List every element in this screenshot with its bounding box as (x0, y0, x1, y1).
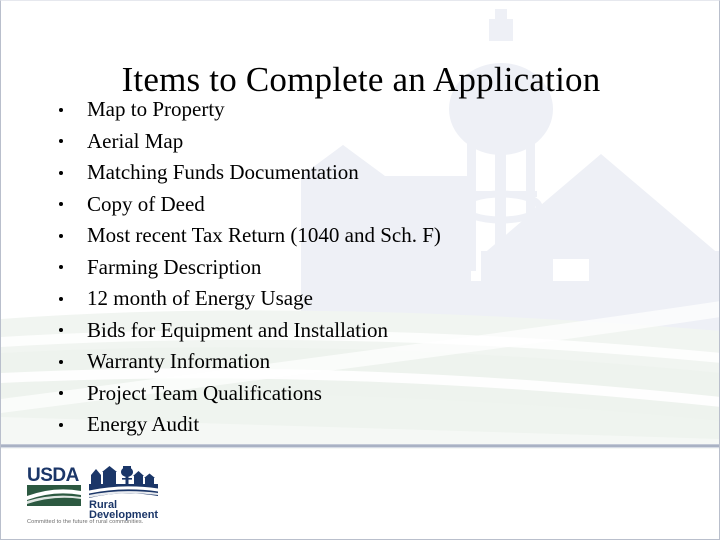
bullet-dot-icon (59, 422, 63, 427)
bullet-dot-icon (59, 233, 63, 238)
list-item-label: Farming Description (87, 254, 262, 279)
usda-rural-development-logo: USDA Rural Development Committed to the … (27, 463, 163, 525)
list-item: Aerial Map (47, 126, 667, 158)
bullet-list: Map to Property Aerial Map Matching Funds … (47, 94, 667, 441)
bullet-dot-icon (59, 265, 63, 270)
list-item: Bids for Equipment and Installation (47, 315, 667, 347)
list-item-label: Bids for Equipment and Installation (87, 317, 388, 342)
list-item-label: 12 month of Energy Usage (87, 286, 313, 310)
list-item: 12 month of Energy Usage (47, 283, 667, 315)
bullet-dot-icon (59, 328, 63, 333)
list-item: Map to Property (47, 94, 667, 126)
bullet-dot-icon (59, 296, 63, 301)
list-item: Farming Description (47, 252, 667, 284)
bullet-dot-icon (59, 391, 63, 396)
list-item-label: Most recent Tax Return (1040 and Sch. F) (87, 223, 441, 247)
list-item-label: Warranty Information (87, 349, 271, 373)
list-item: Energy Audit (47, 409, 667, 441)
list-item-label: Project Team Qualifications (87, 380, 322, 405)
bullet-dot-icon (59, 107, 63, 112)
list-item: Project Team Qualifications (47, 378, 667, 410)
list-item-label: Matching Funds Documentation (87, 160, 359, 184)
rural-development-mark: Rural Development (89, 466, 158, 521)
bullet-dot-icon (59, 359, 63, 364)
list-item: Most recent Tax Return (1040 and Sch. F) (47, 220, 667, 252)
bullet-dot-icon (59, 139, 63, 144)
usda-mark: USDA (27, 465, 81, 506)
list-item: Matching Funds Documentation (47, 157, 667, 189)
usda-wordmark-text: USDA (27, 465, 80, 486)
footer-divider (1, 444, 719, 449)
list-item-label: Energy Audit (87, 412, 200, 436)
list-item-label: Map to Property (87, 97, 225, 121)
list-item-label: Copy of Deed (87, 191, 205, 216)
list-item: Warranty Information (47, 346, 667, 378)
list-item: Copy of Deed (47, 189, 667, 221)
bullet-dot-icon (59, 170, 63, 175)
logo-tagline: Committed to the future of rural communi… (27, 519, 144, 525)
presentation-slide: Items to Complete an Application Map to … (0, 0, 720, 540)
list-item-label: Aerial Map (87, 128, 184, 153)
bullet-dot-icon (59, 202, 63, 207)
